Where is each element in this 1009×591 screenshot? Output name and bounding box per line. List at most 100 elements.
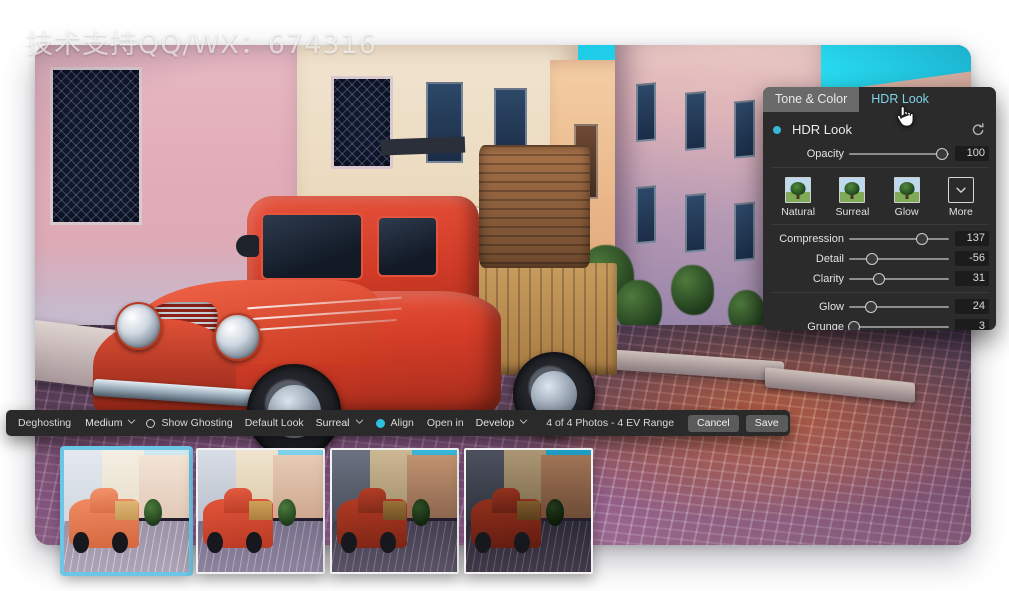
watermark-text: 技术支持QQ/WX：674316 [26, 29, 377, 60]
open-in-value: Develop [475, 417, 515, 429]
chevron-down-icon [947, 177, 974, 203]
default-look-value: Surreal [315, 417, 350, 429]
glow-knob[interactable] [865, 300, 877, 313]
glow-value[interactable]: 24 [955, 299, 989, 314]
preset-row: Natural Surreal Glow More [763, 172, 996, 220]
grunge-row[interactable]: Grunge 3 [763, 317, 996, 330]
natural-thumbnail-icon [785, 177, 812, 203]
thumbnail-exposure-2[interactable] [196, 448, 325, 574]
shutter-5 [635, 82, 657, 142]
chevron-down-icon-open-in [518, 416, 529, 430]
preset-glow[interactable]: Glow [885, 177, 929, 218]
detail-value[interactable]: -56 [955, 251, 989, 266]
street-lamp-arm [381, 136, 466, 155]
windshield [261, 213, 364, 281]
shutter-9 [685, 193, 706, 253]
thumbnail-exposure-1[interactable] [62, 448, 191, 574]
open-in-select[interactable]: Develop [470, 415, 533, 432]
panel-tabs: Tone & Color HDR Look [763, 87, 996, 112]
divider-3 [771, 292, 988, 293]
glow-slider[interactable] [849, 300, 949, 314]
panel-title: HDR Look [792, 122, 852, 137]
thumbnail-exposure-3[interactable] [330, 448, 459, 574]
grunge-slider[interactable] [848, 320, 949, 330]
glow-thumbnail-icon [893, 177, 920, 203]
thumb-scene [198, 450, 323, 572]
tab-tone-color[interactable]: Tone & Color [763, 87, 860, 112]
shutter-10 [734, 201, 756, 262]
compression-row[interactable]: Compression 137 [763, 229, 996, 248]
shutter-6 [685, 91, 706, 151]
preset-label-natural: Natural [781, 206, 816, 218]
grunge-value[interactable]: 3 [955, 319, 989, 330]
preset-label-glow: Glow [894, 206, 919, 218]
preset-surreal[interactable]: Surreal [830, 177, 874, 218]
open-in-label: Open in [426, 417, 464, 429]
chevron-down-icon-deghosting [126, 416, 137, 430]
default-look-select[interactable]: Surreal [310, 415, 368, 432]
opacity-row[interactable]: Opacity 100 [763, 144, 996, 163]
deghosting-value: Medium [85, 417, 123, 429]
detail-slider[interactable] [849, 252, 949, 266]
side-mirror [236, 234, 259, 258]
grunge-label: Grunge [807, 320, 844, 331]
clarity-slider[interactable] [849, 272, 949, 286]
cancel-button[interactable]: Cancel [688, 414, 739, 432]
headlamp-left [114, 302, 162, 350]
tab-hdr-look[interactable]: HDR Look [859, 87, 941, 112]
thumbnail-exposure-4[interactable] [464, 448, 593, 574]
reset-icon[interactable] [971, 122, 986, 137]
wooden-barrel [479, 145, 591, 269]
enable-toggle-dot[interactable] [773, 125, 781, 134]
grunge-knob[interactable] [848, 320, 860, 330]
clarity-label: Clarity [812, 272, 844, 285]
shutter-8 [635, 184, 657, 245]
clarity-row[interactable]: Clarity 31 [763, 269, 996, 288]
compression-label: Compression [779, 232, 844, 245]
opacity-knob[interactable] [936, 147, 948, 160]
merge-status-text: 4 of 4 Photos - 4 EV Range [546, 417, 675, 429]
shutter-7 [734, 99, 756, 159]
thumb-scene [64, 450, 189, 572]
panel-header: HDR Look [763, 116, 996, 143]
opacity-label: Opacity [806, 147, 844, 160]
preset-more[interactable]: More [939, 177, 983, 218]
plant-3 [671, 265, 714, 315]
show-ghosting-radio[interactable] [146, 418, 156, 428]
thumb-scene [332, 450, 457, 572]
hdr-look-panel[interactable]: Tone & Color HDR Look HDR Look Opacity 1… [763, 87, 996, 330]
preset-label-more: More [948, 206, 973, 218]
glow-label: Glow [818, 300, 844, 313]
detail-track [849, 257, 949, 260]
grunge-track [849, 325, 949, 328]
thumb-scene [466, 450, 591, 572]
align-label[interactable]: Align [391, 417, 414, 429]
merge-toolbar[interactable]: Deghosting Medium Show Ghosting Default … [6, 410, 790, 436]
save-button[interactable]: Save [745, 414, 788, 432]
align-toggle-dot[interactable] [375, 418, 385, 428]
side-window [377, 215, 438, 278]
opacity-slider[interactable] [849, 147, 949, 161]
opacity-value[interactable]: 100 [955, 146, 989, 161]
compression-track [849, 237, 949, 240]
clarity-value[interactable]: 31 [955, 271, 989, 286]
preset-label-surreal: Surreal [835, 206, 870, 218]
detail-knob[interactable] [866, 252, 878, 265]
surreal-thumbnail-icon [839, 177, 866, 203]
glow-track [849, 305, 949, 308]
glow-row[interactable]: Glow 24 [763, 297, 996, 316]
divider-1 [771, 167, 988, 168]
detail-row[interactable]: Detail -56 [763, 249, 996, 268]
compression-slider[interactable] [849, 232, 949, 246]
compression-value[interactable]: 137 [955, 231, 989, 246]
deghosting-select[interactable]: Medium [79, 415, 140, 432]
clarity-knob[interactable] [873, 272, 885, 285]
compression-knob[interactable] [916, 232, 928, 245]
default-look-label: Default Look [244, 417, 304, 429]
exposure-filmstrip [62, 448, 597, 574]
preset-natural[interactable]: Natural [776, 177, 820, 218]
app-screenshot: 技术支持QQ/WX：674316 Tone & Color HDR Look H… [0, 0, 1009, 591]
show-ghosting-label[interactable]: Show Ghosting [161, 417, 232, 429]
opacity-track [849, 152, 949, 155]
deghosting-label: Deghosting [18, 417, 72, 429]
